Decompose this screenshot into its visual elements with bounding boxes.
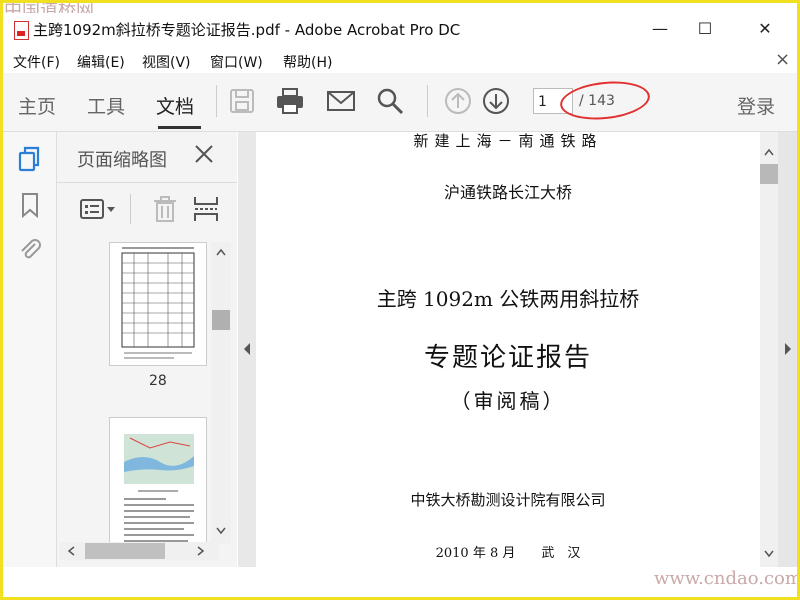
doc-scroll-up-icon[interactable] — [764, 148, 774, 156]
thumbnails-vertical-scrollbar[interactable] — [211, 242, 231, 544]
doc-title: 专题论证报告 — [423, 343, 592, 373]
thumbnail-table-preview — [121, 247, 195, 359]
doc-scroll-down-icon[interactable] — [764, 550, 774, 558]
scroll-thumb[interactable] — [212, 310, 230, 330]
panel-title: 页面缩略图 — [77, 150, 167, 171]
next-page-icon[interactable] — [481, 86, 511, 116]
panel-toolbar-divider — [130, 194, 131, 224]
tab-tools[interactable]: 工具 — [87, 92, 125, 119]
menu-window[interactable]: 窗口(W) — [210, 52, 263, 72]
maximize-button[interactable]: ☐ — [693, 19, 717, 39]
doc-scroll-thumb[interactable] — [760, 164, 778, 184]
menu-file[interactable]: 文件(F) — [13, 52, 60, 72]
horizontal-scroll-thumb[interactable] — [85, 543, 165, 559]
tab-document[interactable]: 文档 — [156, 92, 194, 119]
doc-line-main-span: 主跨 1092m 公铁两用斜拉桥 — [376, 287, 640, 311]
minimize-button[interactable]: — — [648, 19, 672, 39]
doc-line-project: 新建上海－南通铁路 — [413, 132, 603, 150]
doc-company: 中铁大桥勘测设计院有限公司 — [410, 491, 606, 509]
login-button[interactable]: 登录 — [737, 92, 775, 119]
thumbnails-horizontal-scrollbar[interactable] — [59, 542, 219, 560]
scroll-right-icon[interactable] — [197, 546, 205, 556]
menu-bar: 文件(F) 编辑(E) 视图(V) 窗口(W) 帮助(H) × — [3, 47, 797, 73]
pdf-file-icon — [14, 21, 29, 40]
doc-subtitle: （审阅稿） — [450, 389, 566, 413]
collapse-left-arrow-icon — [244, 343, 250, 355]
print-icon[interactable] — [275, 86, 305, 116]
page-thumbnails-icon[interactable] — [17, 146, 43, 172]
navigation-rail — [3, 132, 57, 567]
toolbar: 主页 工具 文档 1 / 143 登录 — [3, 73, 797, 132]
document-view: 新建上海－南通铁路 沪通铁路长江大桥 主跨 1092m 公铁两用斜拉桥 专题论证… — [256, 132, 760, 567]
tab-home[interactable]: 主页 — [18, 92, 56, 119]
scroll-down-icon[interactable] — [216, 527, 226, 535]
expand-right-pane[interactable] — [778, 132, 797, 567]
thumbnails-panel: 页面缩略图 28 — [57, 132, 237, 567]
thumbnail-options-icon[interactable] — [79, 196, 117, 222]
thumbnail-page-number: 28 — [149, 373, 167, 389]
thumbnail-page-28[interactable] — [109, 242, 207, 366]
red-highlight-ring — [558, 77, 652, 124]
doc-line-bridge: 沪通铁路长江大桥 — [443, 183, 572, 202]
search-icon[interactable] — [375, 86, 405, 116]
insert-page-icon[interactable] — [192, 195, 220, 223]
doc-date: 2010 年 8 月 武 汉 — [435, 546, 581, 561]
bookmark-icon[interactable] — [17, 192, 43, 218]
close-window-button[interactable]: ✕ — [753, 19, 777, 39]
menu-view[interactable]: 视图(V) — [142, 52, 191, 72]
thumbnail-map-preview — [124, 434, 194, 542]
collapse-left-pane[interactable] — [238, 132, 256, 567]
active-tab-indicator — [158, 126, 201, 129]
window-title: 主跨1092m斜拉桥专题论证报告.pdf - Adobe Acrobat Pro… — [33, 21, 461, 39]
scroll-left-icon[interactable] — [67, 546, 75, 556]
toolbar-divider — [427, 85, 428, 117]
menu-help[interactable]: 帮助(H) — [283, 52, 332, 72]
document-vertical-scrollbar[interactable] — [760, 132, 778, 567]
expand-right-arrow-icon — [785, 343, 791, 355]
close-document-button[interactable]: × — [775, 49, 790, 70]
scroll-up-icon[interactable] — [216, 248, 226, 256]
watermark-bottom: www.cndao.com — [654, 568, 800, 589]
attachment-icon[interactable] — [17, 236, 43, 262]
delete-page-icon[interactable] — [151, 195, 179, 223]
email-icon[interactable] — [326, 86, 356, 116]
menu-edit[interactable]: 编辑(E) — [77, 52, 125, 72]
previous-page-icon[interactable] — [443, 86, 473, 116]
toolbar-divider — [216, 85, 217, 117]
panel-divider — [57, 182, 237, 183]
close-panel-icon[interactable] — [192, 142, 216, 166]
thumbnails-list: 28 — [57, 232, 217, 544]
save-icon[interactable] — [227, 86, 257, 116]
thumbnail-page-29[interactable] — [109, 417, 207, 544]
title-bar: 主跨1092m斜拉桥专题论证报告.pdf - Adobe Acrobat Pro… — [3, 13, 797, 47]
